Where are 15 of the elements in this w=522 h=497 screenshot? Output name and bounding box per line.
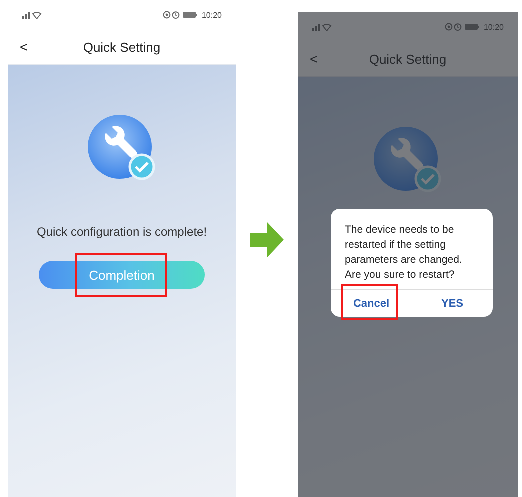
status-time: 10:20 [484,22,504,32]
back-button[interactable]: < [16,39,32,55]
dialog-button[interactable]: YES [412,290,493,317]
screen-title: Quick Setting [83,40,161,54]
signal-wifi-icon [22,11,42,19]
completion-message: Quick configuration is complete! [36,225,208,239]
status-icons [444,23,481,31]
dialog-message: The device needs to be restarted if the setting parameters are changed. Are you sure to restart? [344,223,464,283]
dialog-button[interactable]: Cancel [331,290,412,317]
screen-title: Quick Setting [369,52,447,66]
back-button[interactable]: < [306,51,322,67]
status-time: 10:20 [202,10,222,20]
status-icons [162,11,199,19]
signal-wifi-icon [312,23,332,31]
right-arrow [250,222,284,258]
